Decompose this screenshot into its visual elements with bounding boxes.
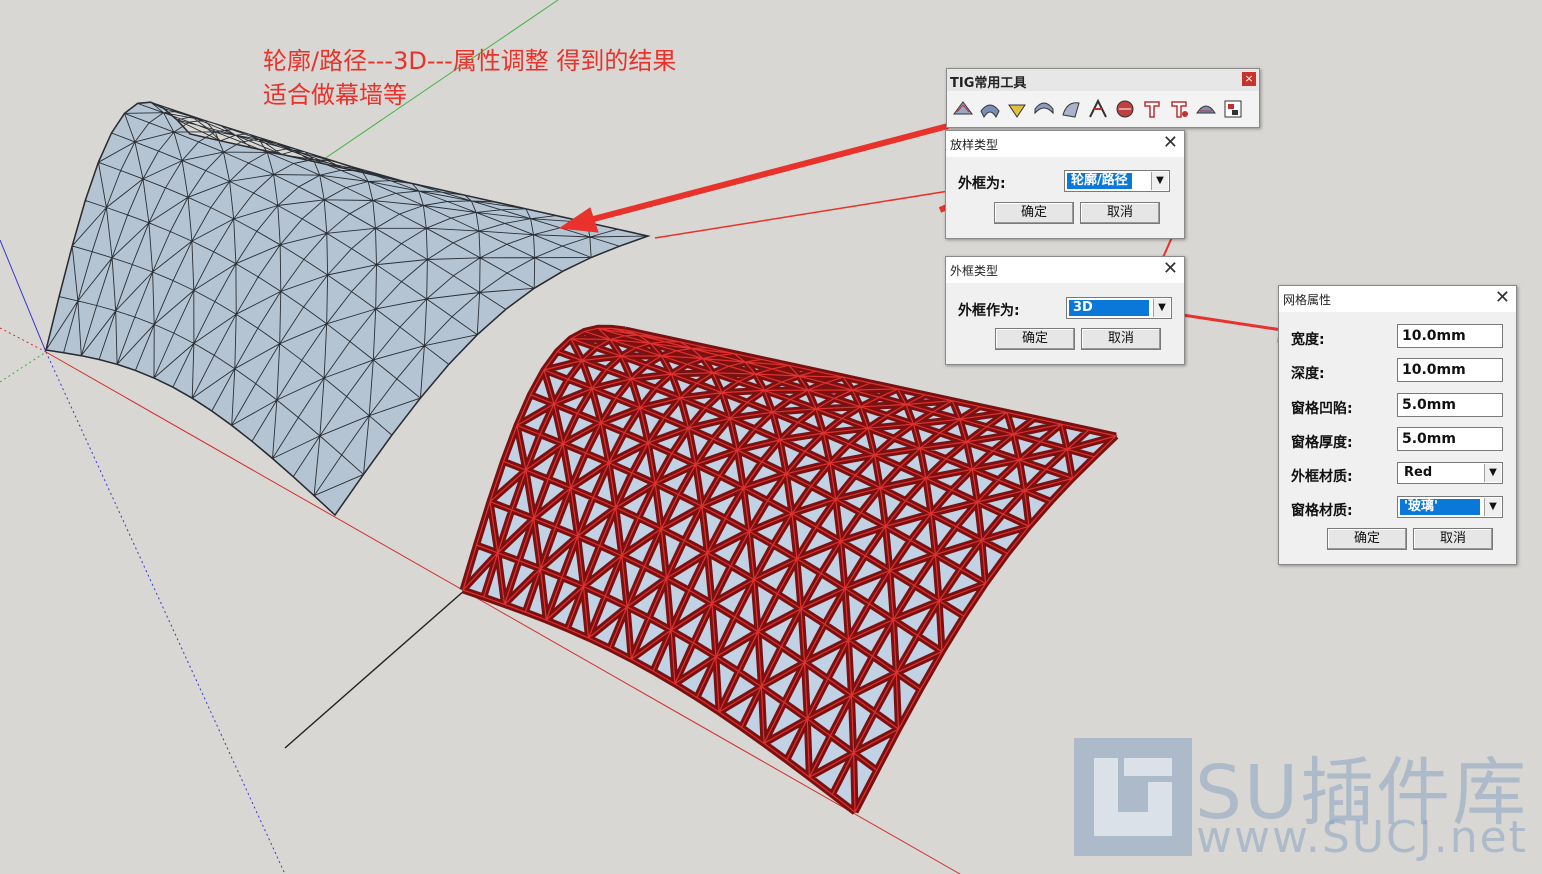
depth-label: 深度: — [1291, 366, 1325, 382]
annotation-arrows — [558, 123, 1306, 343]
ok-button[interactable]: 确定 — [1327, 528, 1407, 550]
cancel-button[interactable]: 取消 — [1081, 328, 1161, 350]
loft-icon[interactable] — [1167, 97, 1191, 121]
pane-recess-field[interactable]: 5.0mm — [1397, 393, 1503, 417]
cancel-button[interactable]: 取消 — [1080, 202, 1160, 224]
chevron-down-icon[interactable]: ▼ — [1153, 299, 1170, 317]
loft-icon[interactable] — [1194, 97, 1218, 121]
loft-dialog-title: 放样类型 — [950, 138, 999, 152]
frame-material-label: 外框材质: — [1291, 469, 1353, 485]
annotation-line-1: 轮廓/路径---3D---属性调整 得到的结果 — [263, 47, 677, 75]
grid-dialog-titlebar[interactable]: 网格属性 ✕ — [1279, 286, 1516, 312]
toolbar-title: TIG常用工具 — [950, 76, 1027, 91]
frame-type-dialog: 外框类型 ✕ 外框作为: 3D ▼ 确定 取消 — [945, 256, 1185, 365]
loft-icon[interactable] — [1140, 97, 1164, 121]
frame-grid-surface[interactable] — [459, 324, 1119, 815]
pane-thickness-field[interactable]: 5.0mm — [1397, 427, 1503, 451]
red-axis-dotted — [0, 327, 47, 353]
loft-icon[interactable] — [1059, 97, 1083, 121]
green-axis-dotted — [0, 351, 47, 383]
watermark-url: www.SUCJ.net — [1196, 812, 1528, 863]
loft-type-select[interactable]: 轮廓/路径 ▼ — [1064, 170, 1170, 192]
annotation-text: 轮廓/路径---3D---属性调整 得到的结果 适合做幕墙等 — [263, 44, 676, 112]
pane-material-select[interactable]: '玻璃' ▼ — [1397, 496, 1503, 518]
grid-dialog-title: 网格属性 — [1283, 293, 1332, 307]
close-icon[interactable]: ✕ — [1163, 258, 1178, 279]
annotation-line-2: 适合做幕墙等 — [263, 81, 407, 109]
path-line — [284, 589, 466, 749]
pane-thickness-label: 窗格厚度: — [1291, 435, 1353, 451]
chevron-down-icon[interactable]: ▼ — [1151, 172, 1168, 190]
loft-icon[interactable] — [951, 97, 975, 121]
loft-frame-label: 外框为: — [958, 176, 1006, 192]
frame-material-select[interactable]: Red ▼ — [1397, 462, 1503, 484]
grid-properties-dialog: 网格属性 ✕ 宽度: 10.0mm 深度: 10.0mm 窗格凹陷: 5.0mm… — [1278, 285, 1517, 565]
loft-icon[interactable] — [1005, 97, 1029, 121]
pane-material-value: '玻璃' — [1400, 499, 1480, 515]
loft-icon[interactable] — [1113, 97, 1137, 121]
width-label: 宽度: — [1291, 332, 1325, 348]
chevron-down-icon[interactable]: ▼ — [1484, 464, 1501, 482]
tig-toolbar: TIG常用工具 × — [946, 68, 1260, 128]
loft-icon[interactable] — [1086, 97, 1110, 121]
frame-material-value: Red — [1404, 465, 1433, 480]
loft-type-dialog: 放样类型 ✕ 外框为: 轮廓/路径 ▼ 确定 取消 — [945, 130, 1185, 239]
loft-dialog-titlebar[interactable]: 放样类型 ✕ — [946, 131, 1184, 157]
frame-dialog-title: 外框类型 — [950, 264, 999, 278]
ok-button[interactable]: 确定 — [995, 328, 1075, 350]
frame-type-select[interactable]: 3D ▼ — [1066, 297, 1172, 319]
ok-button[interactable]: 确定 — [994, 202, 1074, 224]
close-icon[interactable]: ✕ — [1495, 287, 1510, 308]
watermark-logo-icon — [1074, 738, 1192, 856]
depth-field[interactable]: 10.0mm — [1397, 358, 1503, 382]
frame-type-value: 3D — [1069, 300, 1149, 316]
cancel-button[interactable]: 取消 — [1413, 528, 1493, 550]
chevron-down-icon[interactable]: ▼ — [1484, 498, 1501, 516]
loft-icon[interactable] — [1032, 97, 1056, 121]
toolbar-close-icon[interactable]: × — [1242, 72, 1256, 86]
blue-axis — [0, 239, 47, 353]
frame-as-label: 外框作为: — [958, 303, 1020, 319]
pane-recess-label: 窗格凹陷: — [1291, 401, 1353, 417]
width-field[interactable]: 10.0mm — [1397, 324, 1503, 348]
loft-icon[interactable] — [978, 97, 1002, 121]
pane-material-label: 窗格材质: — [1291, 503, 1353, 519]
frame-dialog-titlebar[interactable]: 外框类型 ✕ — [946, 257, 1184, 283]
close-icon[interactable]: ✕ — [1163, 132, 1178, 153]
loft-type-value: 轮廓/路径 — [1067, 173, 1132, 189]
toolbar-titlebar[interactable]: TIG常用工具 × — [947, 69, 1259, 91]
settings-icon[interactable] — [1221, 97, 1245, 121]
